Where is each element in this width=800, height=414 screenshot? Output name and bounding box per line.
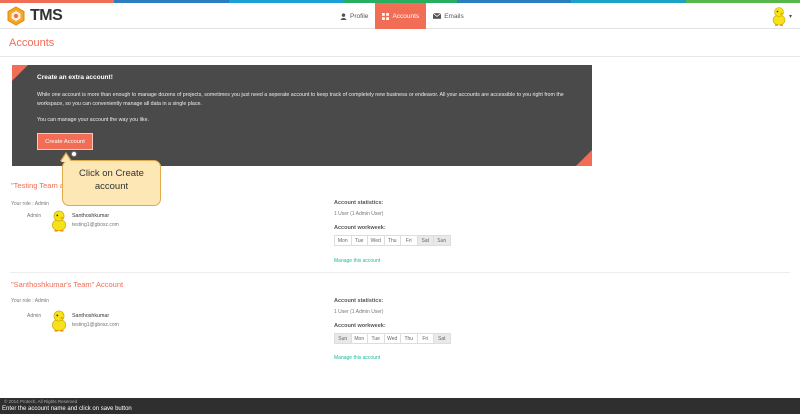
callout-heading: Create an extra account! <box>37 74 113 81</box>
workweek-selector: Sun Mon Tue Wed Thu Fri Sat <box>334 333 451 344</box>
stats-value: 1 User (1 Admin User) <box>334 211 384 217</box>
user-icon <box>340 12 347 20</box>
workweek-day-sun[interactable]: Sun <box>334 333 352 344</box>
stats-heading: Account statistics: <box>334 200 384 206</box>
account-role: Your role : Admin <box>11 298 49 304</box>
footer-copyright: © 2014 Protech, All Rights Reserved <box>4 399 78 404</box>
nav-item-emails[interactable]: Emails <box>426 3 471 29</box>
workweek-day-thu[interactable]: Thu <box>400 333 418 344</box>
logo[interactable]: TMS <box>6 6 63 26</box>
stats-heading: Account statistics: <box>334 298 384 304</box>
workweek-day-fri[interactable]: Fri <box>400 235 418 246</box>
workweek-day-wed[interactable]: Wed <box>383 333 401 344</box>
member-role: Admin <box>27 313 42 319</box>
nav-item-profile[interactable]: Profile <box>333 3 375 29</box>
workweek-day-wed[interactable]: Wed <box>367 235 385 246</box>
duck-avatar-icon <box>772 7 786 26</box>
instruction-tooltip: Click on Create account <box>62 160 161 206</box>
tooltip-line: Click on Create <box>79 168 144 179</box>
nav-item-accounts[interactable]: Accounts <box>375 3 427 29</box>
manage-account-link[interactable]: Manage this account <box>334 355 380 361</box>
stats-value: 1 User (1 Admin User) <box>334 309 384 315</box>
workweek-day-tue[interactable]: Tue <box>350 235 368 246</box>
nav-item-label: Emails <box>444 12 464 20</box>
workweek-day-thu[interactable]: Thu <box>383 235 401 246</box>
member-email: testing1@gbosz.com <box>72 322 119 328</box>
workweek-day-fri[interactable]: Fri <box>416 333 434 344</box>
chevron-down-icon: ▾ <box>788 13 792 20</box>
workweek-selector: Mon Tue Wed Thu Fri Sat Sun <box>334 235 451 246</box>
page-title: Accounts <box>9 37 55 49</box>
divider <box>0 56 800 57</box>
workweek-day-tue[interactable]: Tue <box>367 333 385 344</box>
member-name: Santhoshkumar <box>72 213 110 219</box>
navbar: TMS Profile Accounts Emails ▾ <box>0 3 800 29</box>
workweek-day-sun[interactable]: Sun <box>433 235 451 246</box>
brand-name: TMS <box>30 7 63 24</box>
footer: © 2014 Protech, All Rights Reserved Ente… <box>0 398 800 414</box>
workweek-heading: Account workweek: <box>334 225 386 231</box>
callout-note: You can manage your account the way you … <box>37 117 149 123</box>
grid-icon <box>382 12 390 20</box>
duck-avatar-icon <box>51 210 67 232</box>
corner-decoration <box>12 65 28 81</box>
account-title: "Santhoshkumar's Team" Account <box>11 280 124 289</box>
manage-account-link[interactable]: Manage this account <box>334 258 380 264</box>
create-account-callout: Create an extra account! While one accou… <box>12 65 592 166</box>
divider <box>10 272 790 273</box>
member-name: Santhoshkumar <box>72 313 110 319</box>
member-role: Admin <box>27 213 42 219</box>
workweek-day-sat[interactable]: Sat <box>416 235 434 246</box>
create-account-button[interactable]: Create Account <box>37 133 93 150</box>
tooltip-arrow <box>61 154 71 162</box>
workweek-heading: Account workweek: <box>334 323 386 329</box>
callout-description: While one account is more than enough to… <box>37 92 564 107</box>
corner-decoration <box>576 150 592 166</box>
main-nav: Profile Accounts Emails <box>333 3 471 29</box>
tooltip-line: account <box>94 181 129 192</box>
user-menu[interactable]: ▾ <box>771 6 792 26</box>
member-email: testing1@gbosz.com <box>72 222 119 228</box>
account-role: Your role : Admin <box>11 201 49 207</box>
workweek-day-mon[interactable]: Mon <box>350 333 368 344</box>
duck-avatar-icon <box>51 310 67 332</box>
hexagon-logo-icon <box>7 6 25 26</box>
workweek-day-sat[interactable]: Sat <box>433 333 451 344</box>
workweek-day-mon[interactable]: Mon <box>334 235 352 246</box>
nav-item-label: Profile <box>350 12 369 20</box>
footer-caption: Enter the account name and click on save… <box>2 406 132 412</box>
envelope-icon <box>433 13 442 19</box>
nav-item-label: Accounts <box>392 12 420 20</box>
account-title: "Testing Team a <box>11 181 64 190</box>
